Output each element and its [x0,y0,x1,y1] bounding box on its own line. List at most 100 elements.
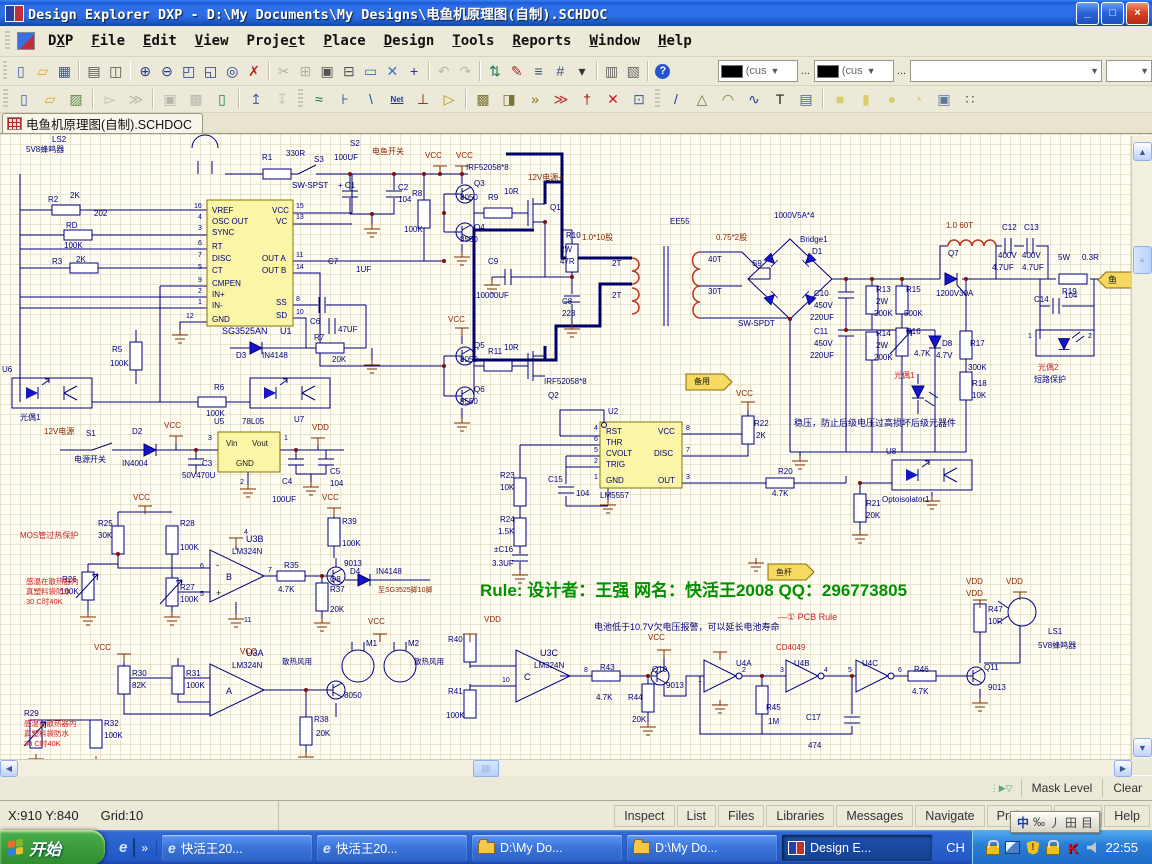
ime-icon-3[interactable]: 丿 [1049,814,1061,831]
off-sheet-icon[interactable]: ≫ [549,87,573,111]
mask-a-icon[interactable]: ▥ [602,59,622,83]
ime-icon-5[interactable]: 目 [1081,814,1093,831]
no-erc-icon[interactable]: ✕ [601,87,625,111]
ime-icon-2[interactable]: ‰ [1033,815,1045,829]
cut-icon[interactable]: ✂ [274,59,294,83]
print-icon[interactable]: ▤ [84,59,104,83]
new-document-icon[interactable]: ▯ [11,59,31,83]
color-browse-button[interactable]: ... [801,65,810,77]
save-icon[interactable]: ▦ [55,59,75,83]
arc-icon[interactable]: ◠ [716,87,740,111]
menu-grip[interactable] [5,31,10,51]
cross-probe-icon[interactable]: ⇅ [485,59,505,83]
new-sheet-icon[interactable]: ▯ [12,87,36,111]
import-icon[interactable]: ▨ [64,87,88,111]
print-preview-icon[interactable]: ◫ [106,59,126,83]
probe-icon[interactable]: † [575,87,599,111]
quicklaunch-ie-icon[interactable]: e [119,839,127,857]
place-wire-icon[interactable]: ≈ [307,87,331,111]
move-icon[interactable]: + [404,59,424,83]
panel-button-help[interactable]: Help [1104,805,1150,827]
annotate-icon[interactable]: ≡ [529,59,549,83]
clear-filter-icon[interactable]: ✗ [244,59,264,83]
tray-volume-icon[interactable] [1085,840,1100,855]
sheet-entry-icon[interactable]: ◨ [497,87,521,111]
tray-shield-icon[interactable]: ! [1025,840,1040,855]
up-hierarchy-icon[interactable]: ↥ [244,87,268,111]
open-folder-icon[interactable]: ▱ [33,59,53,83]
mask-b-icon[interactable]: ▧ [623,59,643,83]
maximize-button[interactable]: □ [1101,2,1124,25]
toolbar-grip[interactable] [3,61,7,81]
language-indicator[interactable]: CH [938,840,972,855]
minimize-button[interactable]: _ [1076,2,1099,25]
ime-language-bar[interactable]: 中‰丿田目 [1010,811,1100,833]
sheet-symbol-icon[interactable]: ▩ [471,87,495,111]
scroll-right-button[interactable]: ▶ [1114,760,1132,777]
graphic-icon[interactable]: ▣ [932,87,956,111]
grid-icon[interactable]: # [550,59,570,83]
help-icon[interactable]: ? [653,59,673,83]
text-icon[interactable]: T [768,87,792,111]
polygon-icon[interactable]: △ [690,87,714,111]
quicklaunch-overflow-chevron[interactable]: » [141,841,148,855]
green-doc-icon[interactable]: ▯ [210,87,234,111]
toolbar-grip[interactable] [298,89,303,109]
tray-kaspersky-icon[interactable]: K [1065,840,1080,855]
copy-icon[interactable]: ⊞ [295,59,315,83]
bezier-icon[interactable]: ∿ [742,87,766,111]
net-label-icon[interactable]: Net [385,87,409,111]
horizontal-scrollbar[interactable]: ◀ |||| ▶ [0,759,1132,776]
paste-icon[interactable]: ▣ [317,59,337,83]
deselect-icon[interactable]: ✕ [382,59,402,83]
open-document-icon[interactable]: ▱ [38,87,62,111]
menu-dxp[interactable]: DXP [39,30,82,52]
panel-button-list[interactable]: List [677,805,716,827]
zoom-in-icon[interactable]: ⊕ [135,59,155,83]
text-frame-icon[interactable]: ▤ [794,87,818,111]
compile-icon[interactable]: ▻ [98,87,122,111]
toolbar-grip[interactable] [3,89,8,109]
zoom-document-icon[interactable]: ◰ [179,59,199,83]
tray-lock-icon[interactable] [985,840,1000,855]
scroll-up-button[interactable]: ▲ [1133,142,1152,161]
down-hierarchy-icon[interactable]: ↧ [270,87,294,111]
menu-help[interactable]: Help [649,30,701,52]
tray-monitor-icon[interactable] [1005,840,1020,855]
filter-icon[interactable]: ⋮▶▽ [982,783,1021,794]
undo-icon[interactable]: ↶ [434,59,454,83]
paste-array-icon[interactable]: ⊟ [339,59,359,83]
menu-window[interactable]: Window [580,30,649,52]
scroll-left-button[interactable]: ◀ [0,760,18,777]
close-button[interactable]: × [1126,2,1149,25]
menu-view[interactable]: View [186,30,238,52]
ime-icon-1[interactable]: 中 [1017,814,1029,831]
bus-entry-icon[interactable]: \ [359,87,383,111]
taskbar-button-1[interactable]: e快活王20... [161,834,313,862]
zoom-point-icon[interactable]: ◎ [222,59,242,83]
pie-icon[interactable]: ◔ [906,87,930,111]
vertical-scroll-thumb[interactable]: ≡ [1133,246,1152,274]
document-tab[interactable]: 电鱼机原理图(自制).SCHDOC [2,113,203,133]
place-bus-icon[interactable]: ⊦ [333,87,357,111]
panel-button-libraries[interactable]: Libraries [766,805,834,827]
color-browse-button[interactable]: ... [897,65,906,77]
compile-all-icon[interactable]: ≫ [124,87,148,111]
line-icon[interactable]: / [664,87,688,111]
zoom-selection-icon[interactable]: ◱ [201,59,221,83]
clear-button[interactable]: Clear [1102,779,1152,797]
gnd-port-icon[interactable]: ⊥ [411,87,435,111]
menu-edit[interactable]: Edit [134,30,186,52]
panel-button-inspect[interactable]: Inspect [614,805,674,827]
horizontal-scroll-thumb[interactable]: |||| [473,760,499,777]
grid-dropdown-icon[interactable]: ▾ [572,59,592,83]
mask-level-button[interactable]: Mask Level [1021,779,1103,797]
zoom-out-icon[interactable]: ⊖ [157,59,177,83]
quicklaunch-window-icon[interactable] [133,839,135,857]
taskbar-button-2[interactable]: e快活王20... [316,834,468,862]
menu-file[interactable]: File [82,30,134,52]
menu-tools[interactable]: Tools [443,30,503,52]
copy-doc-icon[interactable]: ▣ [158,87,182,111]
color-combo-1[interactable]: (cus▼ [718,60,798,82]
wide-combo[interactable]: ▼ [910,60,1102,82]
